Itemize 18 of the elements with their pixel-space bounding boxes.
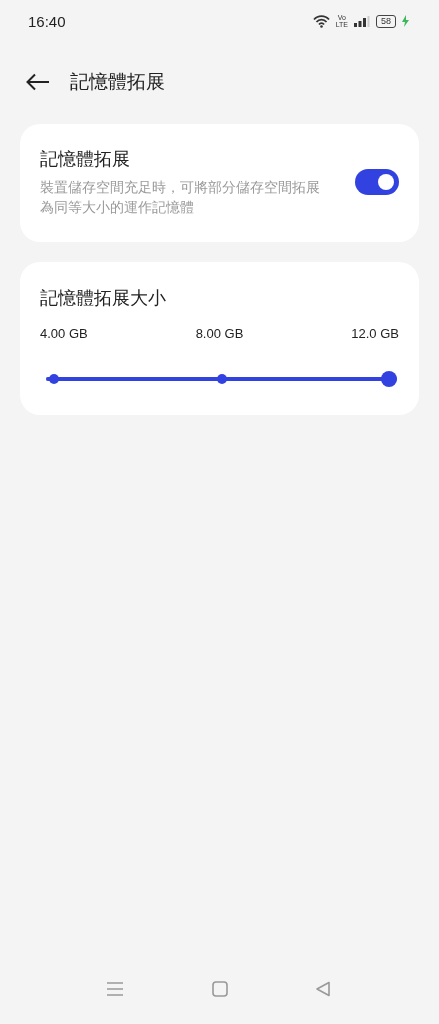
- slider-value-label: 4.00 GB: [40, 326, 88, 341]
- slider-value-label: 8.00 GB: [195, 326, 244, 341]
- page-title: 記憶體拓展: [70, 69, 165, 94]
- battery-level: 58: [376, 14, 396, 28]
- back-button[interactable]: [26, 73, 50, 91]
- slider-stop: [216, 374, 227, 384]
- setting-title: 記憶體拓展: [40, 147, 131, 171]
- back-nav-button[interactable]: [315, 981, 331, 997]
- home-button[interactable]: [211, 981, 228, 997]
- status-time: 16:40: [28, 12, 66, 30]
- wifi-icon: [312, 14, 330, 28]
- signal-icon: [354, 15, 370, 27]
- toggle-switch[interactable]: [355, 169, 399, 195]
- slider-stop: [49, 374, 59, 384]
- slider-title: 記憶體拓展大小: [40, 286, 167, 310]
- setting-description: 裝置儲存空間充足時，可將部分儲存空間拓展為同等大小的運作記憶體: [40, 178, 321, 217]
- slider-thumb[interactable]: [381, 371, 397, 387]
- slider-value-label: 12.0 GB: [351, 326, 399, 341]
